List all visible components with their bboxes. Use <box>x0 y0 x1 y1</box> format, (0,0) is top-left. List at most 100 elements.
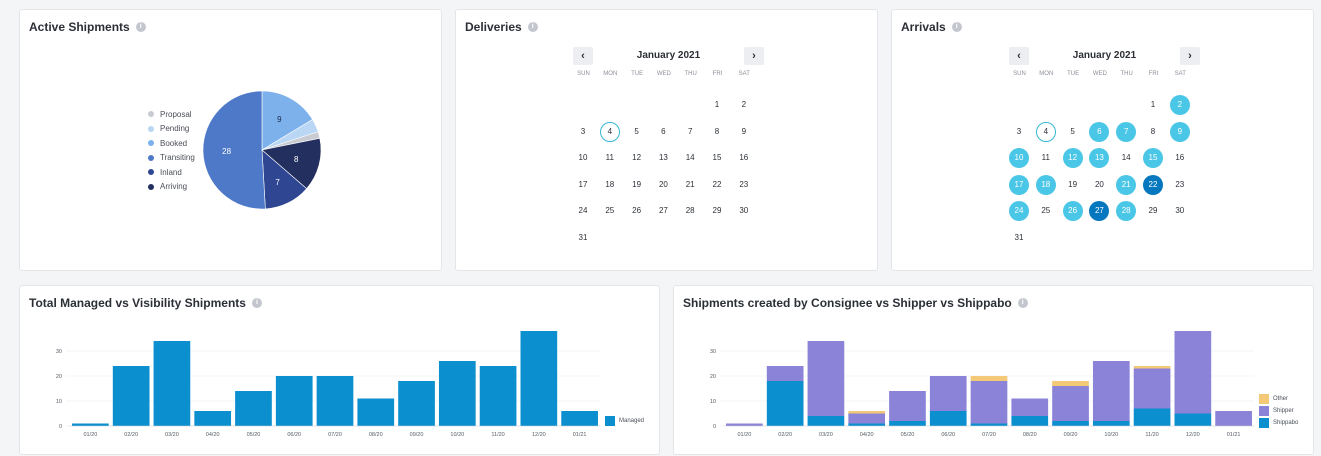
legend-item-other[interactable]: Other <box>1259 393 1298 405</box>
calendar-day[interactable]: 11 <box>600 148 620 168</box>
calendar-day[interactable]: 28 <box>1116 201 1137 222</box>
bar-shippabo[interactable] <box>1133 408 1171 427</box>
bar-managed[interactable] <box>398 381 435 426</box>
bar-other[interactable] <box>848 411 886 414</box>
legend-item-arriving[interactable]: Arriving <box>148 180 195 195</box>
bar-shipper[interactable] <box>726 423 763 427</box>
bar-shippabo[interactable] <box>1011 416 1049 426</box>
legend-item-transiting[interactable]: Transiting <box>148 151 195 166</box>
bar-other[interactable] <box>1052 381 1089 386</box>
calendar-day[interactable]: 17 <box>1009 174 1029 195</box>
calendar-day[interactable]: 9 <box>1169 121 1190 142</box>
calendar-day[interactable]: 16 <box>1170 148 1190 168</box>
calendar-day[interactable]: 2 <box>1169 95 1190 115</box>
calendar-day[interactable]: 1 <box>1143 95 1163 115</box>
calendar-day[interactable]: 28 <box>680 201 700 221</box>
calendar-day[interactable]: 29 <box>1143 201 1163 221</box>
bar-shippabo[interactable] <box>766 381 804 426</box>
calendar-day[interactable]: 1 <box>707 95 727 115</box>
calendar-day[interactable]: 25 <box>600 201 620 221</box>
info-icon[interactable]: i <box>527 22 538 32</box>
calendar-day[interactable]: 21 <box>680 175 700 195</box>
bar-shippabo[interactable] <box>807 416 845 426</box>
calendar-day[interactable]: 22 <box>1143 174 1163 195</box>
bar-managed[interactable] <box>72 423 109 427</box>
bar-shippabo[interactable] <box>929 411 967 426</box>
calendar-day[interactable]: 14 <box>1116 148 1136 168</box>
legend-item-shippabo[interactable]: Shippabo <box>1259 417 1298 429</box>
calendar-day[interactable]: 10 <box>1009 148 1029 169</box>
bar-managed[interactable] <box>561 411 598 426</box>
bar-managed[interactable] <box>438 361 476 426</box>
calendar-day[interactable]: 13 <box>1089 148 1110 169</box>
info-icon[interactable]: i <box>951 22 962 32</box>
bar-shippabo[interactable] <box>889 421 926 426</box>
calendar-day[interactable]: 20 <box>653 175 673 195</box>
bar-shippabo[interactable] <box>848 423 886 427</box>
bar-shippabo[interactable] <box>1174 413 1212 427</box>
calendar-day[interactable]: 20 <box>1089 175 1109 195</box>
bar-shipper[interactable] <box>1011 398 1049 417</box>
calendar-day[interactable]: 24 <box>573 201 593 221</box>
calendar-day[interactable]: 24 <box>1009 201 1029 222</box>
calendar-day[interactable]: 26 <box>627 201 647 221</box>
calendar-day[interactable]: 5 <box>1063 122 1083 142</box>
bar-shipper[interactable] <box>848 413 886 424</box>
calendar-day[interactable]: 8 <box>1143 122 1163 142</box>
calendar-day[interactable]: 14 <box>680 148 700 168</box>
calendar-day[interactable]: 13 <box>653 148 673 168</box>
calendar-day[interactable]: 23 <box>734 175 754 195</box>
bar-other[interactable] <box>1133 366 1171 369</box>
bar-shipper[interactable] <box>929 376 967 411</box>
legend-item-proposal[interactable]: Proposal <box>148 107 195 122</box>
bar-other[interactable] <box>970 376 1008 381</box>
calendar-day[interactable]: 21 <box>1116 174 1137 195</box>
calendar-day[interactable]: 17 <box>573 175 593 195</box>
calendar-day[interactable]: 26 <box>1062 201 1083 222</box>
calendar-day[interactable]: 2 <box>734 95 754 115</box>
calendar-day[interactable]: 5 <box>627 122 647 142</box>
bar-managed[interactable] <box>275 376 313 426</box>
calendar-day[interactable]: 23 <box>1170 175 1190 195</box>
calendar-day[interactable]: 27 <box>1089 201 1110 222</box>
bar-shipper[interactable] <box>1215 411 1252 426</box>
bar-managed[interactable] <box>194 411 232 426</box>
calendar-day[interactable]: 18 <box>600 175 620 195</box>
bar-managed[interactable] <box>520 331 558 426</box>
prev-month-button[interactable]: ‹ <box>573 47 593 65</box>
legend-item-pending[interactable]: Pending <box>148 122 195 137</box>
legend-item-inland[interactable]: Inland <box>148 165 195 180</box>
bar-managed[interactable] <box>316 376 354 426</box>
calendar-day[interactable]: 3 <box>573 122 593 142</box>
info-icon[interactable]: i <box>135 22 146 32</box>
calendar-day[interactable]: 30 <box>734 201 754 221</box>
bar-managed[interactable] <box>112 366 150 426</box>
prev-month-button[interactable]: ‹ <box>1009 47 1029 65</box>
calendar-day[interactable]: 22 <box>707 175 727 195</box>
calendar-day[interactable]: 7 <box>680 122 700 142</box>
bar-shipper[interactable] <box>1052 386 1089 421</box>
calendar-day[interactable]: 29 <box>707 201 727 221</box>
calendar-day[interactable]: 15 <box>1143 148 1163 169</box>
calendar-day[interactable]: 10 <box>573 148 593 168</box>
next-month-button[interactable]: › <box>1180 47 1200 65</box>
calendar-day[interactable]: 4 <box>599 121 620 142</box>
calendar-day[interactable]: 16 <box>734 148 754 168</box>
bar-shipper[interactable] <box>970 381 1008 424</box>
bar-managed[interactable] <box>479 366 517 426</box>
calendar-day[interactable]: 19 <box>627 175 647 195</box>
calendar-day[interactable]: 30 <box>1170 201 1190 221</box>
calendar-day[interactable]: 4 <box>1035 121 1056 142</box>
calendar-day[interactable]: 12 <box>627 148 647 168</box>
calendar-day[interactable]: 12 <box>1062 148 1083 169</box>
bar-shipper[interactable] <box>1133 368 1171 409</box>
bar-managed[interactable] <box>153 341 191 426</box>
calendar-day[interactable]: 18 <box>1035 174 1056 195</box>
calendar-day[interactable]: 31 <box>573 228 593 248</box>
bar-shipper[interactable] <box>1174 331 1212 414</box>
bar-shippabo[interactable] <box>1092 421 1130 426</box>
next-month-button[interactable]: › <box>744 47 764 65</box>
calendar-day[interactable]: 8 <box>707 122 727 142</box>
calendar-day[interactable]: 15 <box>707 148 727 168</box>
bar-managed[interactable] <box>357 398 395 427</box>
